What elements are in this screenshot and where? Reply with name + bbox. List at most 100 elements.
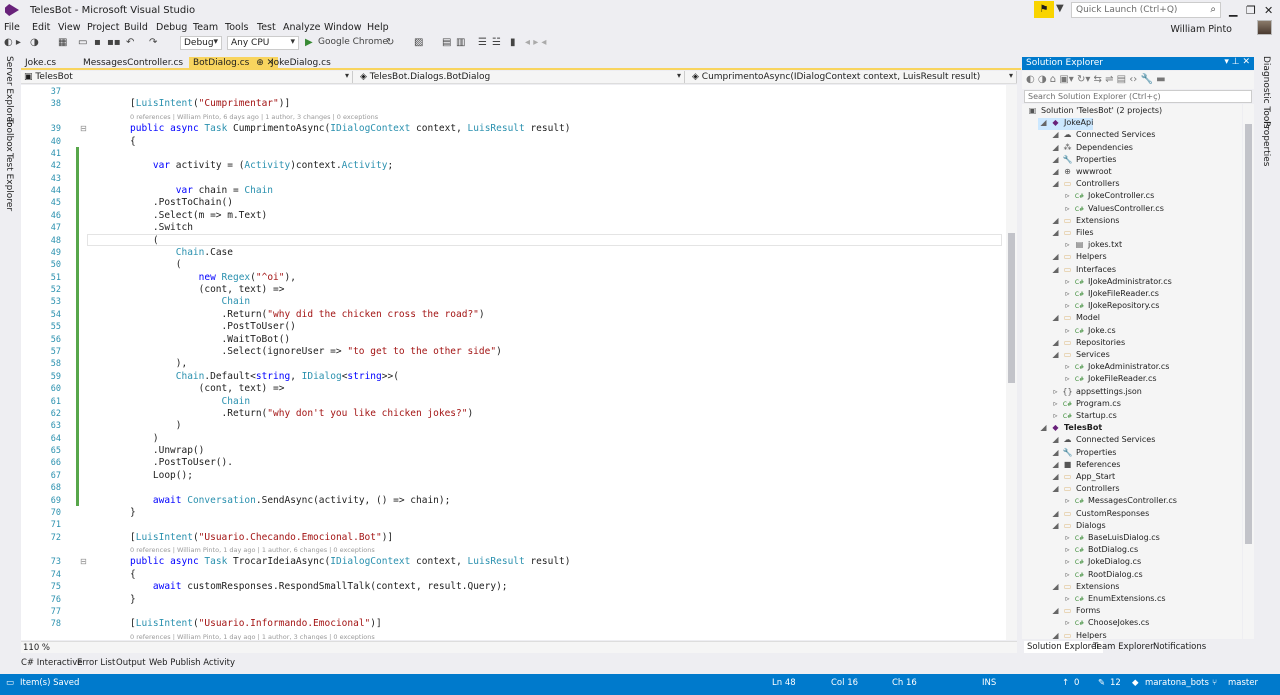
tree-item[interactable]: ◢ ▭ Dialogs — [1050, 521, 1105, 533]
left-rail-toolbox[interactable]: Toolbox — [4, 118, 14, 152]
tree-item[interactable]: ▹ C# RootDialog.cs — [1062, 570, 1142, 582]
expand-chevron-icon[interactable]: ▹ — [1062, 533, 1073, 542]
bookmark-nav-icon[interactable]: ◂ ▸ ◂ — [525, 37, 546, 48]
expand-chevron-icon[interactable]: ▹ — [1062, 557, 1073, 566]
codelens-info[interactable]: 0 references | William Pinto, 6 days ago… — [130, 113, 378, 121]
menu-item-tools[interactable]: Tools — [225, 22, 248, 33]
menu-item-help[interactable]: Help — [367, 22, 389, 33]
expand-chevron-icon[interactable]: ▹ — [1050, 387, 1061, 396]
branch-name[interactable]: master — [1228, 678, 1258, 688]
tree-item[interactable]: ◢ ■ References — [1050, 460, 1120, 472]
start-icon[interactable]: ▶ — [305, 37, 313, 48]
push-count[interactable]: 0 — [1074, 678, 1079, 688]
expand-chevron-icon[interactable]: ▹ — [1062, 326, 1073, 335]
restore-icon[interactable]: ❐ — [1246, 4, 1256, 17]
push-icon[interactable]: ↑ — [1062, 678, 1069, 688]
tree-item[interactable]: ◢ ▭ Model — [1050, 313, 1100, 325]
zoom-level[interactable]: 110 % — [23, 643, 50, 653]
tree-item[interactable]: ◢ ▭ Repositories — [1050, 338, 1125, 350]
project-dropdown[interactable]: ▣ TelesBot — [21, 71, 353, 83]
expand-chevron-icon[interactable]: ◢ — [1038, 423, 1049, 432]
left-rail-server-explorer[interactable]: Server Explorer — [4, 56, 14, 126]
expand-chevron-icon[interactable]: ▹ — [1062, 618, 1073, 627]
align-icon[interactable]: ▥ — [456, 37, 465, 48]
expand-chevron-icon[interactable]: ▹ — [1050, 399, 1061, 408]
tree-item[interactable]: ◢ ⁂ Dependencies — [1050, 143, 1133, 155]
tree-item[interactable]: ▹ C# JokeDialog.cs — [1062, 557, 1141, 569]
expand-chevron-icon[interactable]: ◢ — [1050, 179, 1061, 188]
expand-chevron-icon[interactable]: ◢ — [1050, 338, 1061, 347]
tree-item[interactable]: ▣ Solution 'TelesBot' (2 projects) — [1026, 106, 1162, 118]
expand-chevron-icon[interactable]: ◢ — [1050, 228, 1061, 237]
expand-chevron-icon[interactable]: ◢ — [1050, 460, 1061, 469]
expand-chevron-icon[interactable]: ◢ — [1050, 216, 1061, 225]
expand-chevron-icon[interactable]: ◢ — [1050, 606, 1061, 615]
menu-item-edit[interactable]: Edit — [32, 22, 50, 33]
uncomment-icon[interactable]: ☱ — [492, 37, 501, 48]
expand-chevron-icon[interactable]: ◢ — [1050, 582, 1061, 591]
close-icon[interactable]: ✕ — [1264, 4, 1273, 17]
tree-item[interactable]: ◢ ▭ Services — [1050, 350, 1109, 362]
expand-chevron-icon[interactable]: ▹ — [1062, 240, 1073, 249]
tree-item[interactable]: ▹{} appsettings.json — [1050, 387, 1141, 399]
tree-item[interactable]: ▹ C# JokeAdministrator.cs — [1062, 362, 1169, 374]
tab-messagescontroller-cs[interactable]: MessagesController.cs — [79, 57, 187, 69]
extension-icon[interactable]: ▨ — [414, 37, 423, 48]
left-rail-test-explorer[interactable]: Test Explorer — [4, 153, 14, 211]
platform-select[interactable]: Any CPU — [227, 36, 299, 50]
tree-item[interactable]: ▹ C# JokeController.cs — [1062, 191, 1154, 203]
expand-chevron-icon[interactable]: ◢ — [1050, 484, 1061, 493]
tab-joke-cs[interactable]: Joke.cs — [21, 57, 60, 69]
class-dropdown[interactable]: ◈ TelesBot.Dialogs.BotDialog — [357, 71, 685, 83]
expand-chevron-icon[interactable]: ◢ — [1050, 631, 1061, 639]
tab-jokedialog-cs[interactable]: JokeDialog.cs — [267, 57, 335, 69]
tree-item[interactable]: ◢ 🔧 Properties — [1050, 448, 1116, 460]
tree-item[interactable]: ◢ ☁ Connected Services — [1050, 130, 1155, 142]
menu-item-view[interactable]: View — [58, 22, 81, 33]
tree-item[interactable]: ◢ ▭ Interfaces — [1050, 265, 1116, 277]
notifications-flag-icon[interactable]: ⚑ — [1034, 1, 1054, 18]
redo-icon[interactable]: ↷ — [149, 37, 157, 48]
member-dropdown[interactable]: ◈ CumprimentoAsync(IDialogContext contex… — [689, 71, 1017, 83]
editor-vertical-scrollbar[interactable] — [1006, 85, 1017, 640]
fold-toggle-icon[interactable]: ⊟ — [80, 557, 87, 566]
menu-item-test[interactable]: Test — [257, 22, 276, 33]
expand-chevron-icon[interactable]: ▹ — [1062, 594, 1073, 603]
expand-chevron-icon[interactable]: ▹ — [1062, 301, 1073, 310]
se-tab-notifications[interactable]: Notifications — [1150, 641, 1209, 653]
bottom-tab-c-interactive[interactable]: C# Interactive — [21, 658, 83, 668]
expand-chevron-icon[interactable]: ◢ — [1038, 118, 1049, 127]
tree-item[interactable]: ▹ C# IJokeRepository.cs — [1062, 301, 1159, 313]
tree-item[interactable]: ◢ ▭ Extensions — [1050, 582, 1119, 594]
tree-item[interactable]: ▹ C# IJokeAdministrator.cs — [1062, 277, 1171, 289]
user-name[interactable]: William Pinto — [1170, 24, 1232, 35]
code-editor[interactable]: 37 38 [LuisIntent("Cumprimentar")] 0 refere… — [21, 85, 1006, 640]
tree-item[interactable]: ▹ C# MessagesController.cs — [1062, 496, 1176, 508]
save-icon[interactable]: ▪ — [94, 37, 101, 48]
expand-chevron-icon[interactable]: ▹ — [1050, 411, 1061, 420]
tree-item[interactable]: ◢ ▭ Helpers — [1050, 631, 1106, 639]
scroll-thumb[interactable] — [1008, 233, 1015, 383]
changes-count[interactable]: 12 — [1110, 678, 1121, 688]
bottom-tab-error-list[interactable]: Error List — [77, 658, 115, 668]
menu-item-file[interactable]: File — [4, 22, 20, 33]
layout-icon[interactable]: ▤ — [442, 37, 451, 48]
expand-chevron-icon[interactable]: ◢ — [1050, 143, 1061, 152]
tree-item[interactable]: ◢ ◆ JokeApi — [1038, 118, 1094, 131]
pin-close-icon[interactable]: ▾ ⊥ ✕ — [1224, 57, 1250, 67]
expand-chevron-icon[interactable]: ▹ — [1062, 277, 1073, 286]
tree-item[interactable]: ▹ C# Joke.cs — [1062, 326, 1115, 338]
expand-chevron-icon[interactable]: ◢ — [1050, 472, 1061, 481]
tree-item[interactable]: ▹ ▤ jokes.txt — [1062, 240, 1122, 252]
back-icon[interactable]: ◐ ▸ — [4, 37, 21, 48]
expand-chevron-icon[interactable]: ▹ — [1062, 362, 1073, 371]
tree-item[interactable]: ▹ C# Program.cs — [1050, 399, 1120, 411]
expand-chevron-icon[interactable]: ◢ — [1050, 521, 1061, 530]
tree-item[interactable]: ◢ ☁ Connected Services — [1050, 435, 1155, 447]
tree-item[interactable]: ▹ C# IJokeFileReader.cs — [1062, 289, 1158, 301]
tree-item[interactable]: ▹ C# ChooseJokes.cs — [1062, 618, 1149, 630]
tree-item[interactable]: ◢ ▭ Helpers — [1050, 252, 1106, 264]
expand-chevron-icon[interactable]: ◢ — [1050, 167, 1061, 176]
expand-chevron-icon[interactable]: ◢ — [1050, 252, 1061, 261]
expand-chevron-icon[interactable]: ◢ — [1050, 130, 1061, 139]
